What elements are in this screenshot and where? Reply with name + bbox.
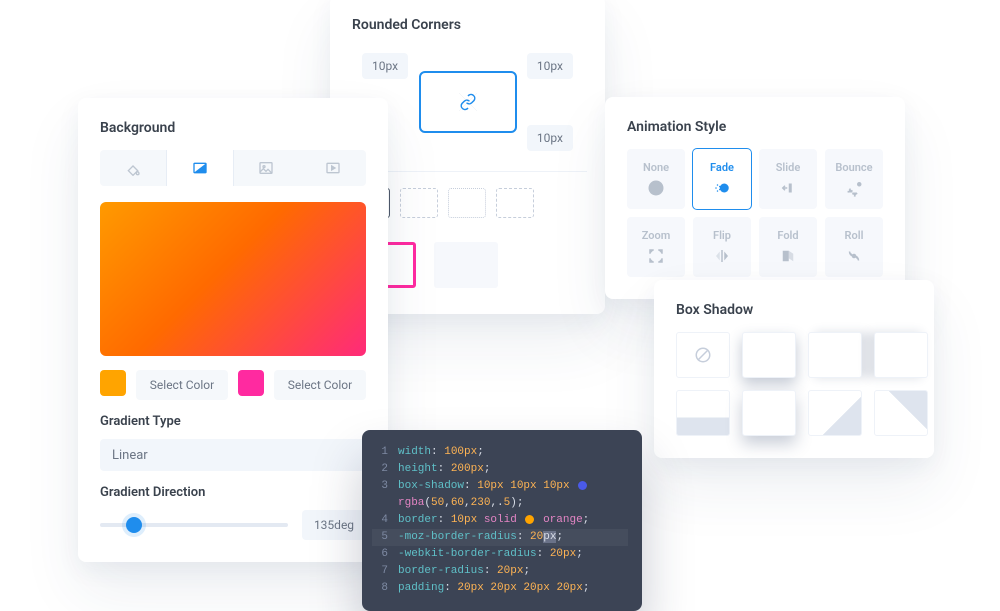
shadow-option[interactable] [874,390,928,436]
background-panel: Background Select Color Select Color Gra… [78,98,388,562]
code-line: 8padding: 20px 20px 20px 20px; [372,580,628,597]
animation-label: None [643,161,669,174]
none-icon [694,346,712,364]
gradient-preview [100,202,366,356]
code-line: 2height: 200px; [372,461,628,478]
border-style-double[interactable] [496,188,534,218]
animation-zoom[interactable]: Zoom [627,217,685,277]
animation-none[interactable]: None [627,149,685,209]
shadow-option[interactable] [808,332,862,378]
code-line: 6-webkit-border-radius: 20px; [372,546,628,563]
gradient-icon [192,160,208,176]
bg-tab-video[interactable] [300,150,367,186]
code-line: 7border-radius: 20px; [372,563,628,580]
gradient-type-select[interactable]: Linear [100,439,366,471]
corner-top-right[interactable]: 10px [527,53,573,79]
animation-label: Bounce [835,161,872,174]
code-line: 3box-shadow: 10px 10px 10px [372,478,628,495]
direction-value[interactable]: 135deg [302,510,366,540]
animation-label: Roll [845,229,864,242]
select-color-1-button[interactable]: Select Color [136,370,228,400]
gradient-direction-label: Gradient Direction [100,485,366,500]
animation-label: Flip [713,229,731,242]
panel-title: Rounded Corners [352,17,583,33]
gradient-type-label: Gradient Type [100,414,366,429]
color-swatch-2[interactable] [238,370,264,396]
animation-roll[interactable]: Roll [825,217,883,277]
shadow-option[interactable] [808,390,862,436]
bg-tab-gradient[interactable] [167,150,234,186]
animation-fold[interactable]: Fold [759,217,817,277]
color-swatch-1[interactable] [100,370,126,396]
slide-icon [778,178,798,198]
animation-panel: Animation Style None Fade Slide Bounce Zoom F… [605,97,905,299]
animation-label: Fade [710,161,734,174]
shadow-none[interactable] [676,332,730,378]
border-style-dashed[interactable] [400,188,438,218]
direction-slider[interactable] [100,523,288,527]
gradient-type-value: Linear [112,448,148,463]
shadow-option[interactable] [742,332,796,378]
roll-icon [844,246,864,266]
background-tabs [100,150,366,186]
image-icon [258,160,274,176]
panel-title: Box Shadow [676,302,912,318]
video-icon [325,160,341,176]
link-icon[interactable] [459,93,477,111]
shadow-option[interactable] [742,390,796,436]
code-preview: 1width: 100px;2height: 200px;3box-shadow… [362,430,642,611]
panel-title: Animation Style [627,119,883,135]
none-icon [646,178,666,198]
code-line: 1width: 100px; [372,444,628,461]
bg-tab-fill[interactable] [100,150,167,186]
animation-label: Fold [777,229,798,242]
corner-bottom-right[interactable]: 10px [527,125,573,151]
corner-top-left[interactable]: 10px [362,53,408,79]
flip-icon [712,246,732,266]
animation-flip[interactable]: Flip [693,217,751,277]
box-shadow-grid [676,332,912,436]
panel-title: Background [100,120,366,136]
animation-grid: None Fade Slide Bounce Zoom Flip Fold Roll [627,149,883,277]
bg-tab-image[interactable] [233,150,300,186]
animation-slide[interactable]: Slide [759,149,817,209]
shadow-option[interactable] [676,390,730,436]
animation-label: Slide [776,161,801,174]
zoom-icon [646,246,666,266]
box-shadow-panel: Box Shadow [654,280,934,458]
border-style-dotted[interactable] [448,188,486,218]
code-line: rgba(50,60,230,.5); [372,495,628,512]
corner-preview [419,71,517,133]
slider-thumb[interactable] [126,517,142,533]
bounce-icon [844,178,864,198]
fold-icon [778,246,798,266]
paint-bucket-icon [125,160,141,176]
code-line: 5-moz-border-radius: 20px; [372,529,628,546]
fade-icon [712,178,732,198]
code-line: 4border: 10px solid orange; [372,512,628,529]
animation-fade[interactable]: Fade [693,149,751,209]
shadow-option[interactable] [874,332,928,378]
animation-bounce[interactable]: Bounce [825,149,883,209]
select-color-2-button[interactable]: Select Color [274,370,366,400]
animation-label: Zoom [642,229,671,242]
border-width-option[interactable] [434,242,498,288]
